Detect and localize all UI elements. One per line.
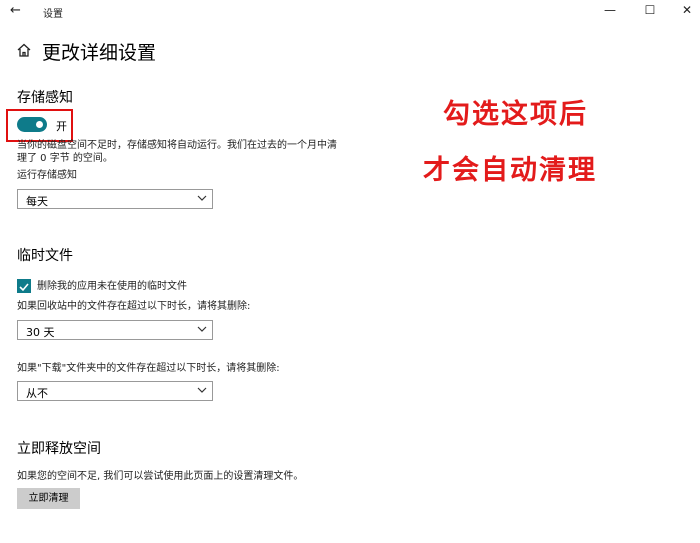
delete-temp-files-checkbox[interactable] <box>17 279 31 293</box>
back-arrow-icon[interactable]: ← <box>10 3 21 18</box>
toggle-state-label: 开 <box>56 120 67 133</box>
recycle-bin-dropdown[interactable]: 30 天 <box>17 320 213 340</box>
annotation-line-2: 才会自动清理 <box>423 155 597 186</box>
maximize-button[interactable]: ☐ <box>640 3 660 19</box>
annotation-line-1: 勾选这项后 <box>443 99 588 130</box>
chevron-down-icon <box>197 195 207 201</box>
description-line-2: 理了 0 字节 的空间。 <box>17 153 113 164</box>
run-frequency-dropdown[interactable]: 每天 <box>17 189 213 209</box>
run-storage-sense-label: 运行存储感知 <box>17 170 77 181</box>
home-icon[interactable] <box>16 42 32 58</box>
storage-sense-heading: 存储感知 <box>17 90 73 106</box>
free-space-description: 如果您的空间不足, 我们可以尝试使用此页面上的设置清理文件。 <box>17 471 304 482</box>
downloads-dropdown[interactable]: 从不 <box>17 381 213 401</box>
description-line-1: 当你的磁盘空间不足时，存储感知将自动运行。我们在过去的一个月中清 <box>17 140 337 151</box>
close-button[interactable]: ✕ <box>677 3 697 19</box>
minimize-button[interactable]: — <box>600 3 620 19</box>
run-frequency-value: 每天 <box>26 195 48 208</box>
recycle-bin-label: 如果回收站中的文件存在超过以下时长，请将其删除: <box>17 301 251 312</box>
downloads-label: 如果"下载"文件夹中的文件存在超过以下时长，请将其删除: <box>17 363 280 374</box>
chevron-down-icon <box>197 387 207 393</box>
chevron-down-icon <box>197 326 207 332</box>
checkmark-icon <box>19 283 29 292</box>
delete-temp-files-label: 删除我的应用未在使用的临时文件 <box>37 281 187 292</box>
free-space-heading: 立即释放空间 <box>17 441 101 457</box>
page-title: 更改详细设置 <box>42 42 157 64</box>
storage-sense-description: 当你的磁盘空间不足时，存储感知将自动运行。我们在过去的一个月中清 理了 0 字节… <box>17 139 347 165</box>
clean-now-button[interactable]: 立即清理 <box>17 488 80 509</box>
temp-files-heading: 临时文件 <box>17 248 73 264</box>
window-title: 设置 <box>43 9 63 20</box>
storage-sense-toggle[interactable] <box>17 117 47 132</box>
downloads-value: 从不 <box>26 387 48 400</box>
recycle-bin-value: 30 天 <box>26 326 55 339</box>
